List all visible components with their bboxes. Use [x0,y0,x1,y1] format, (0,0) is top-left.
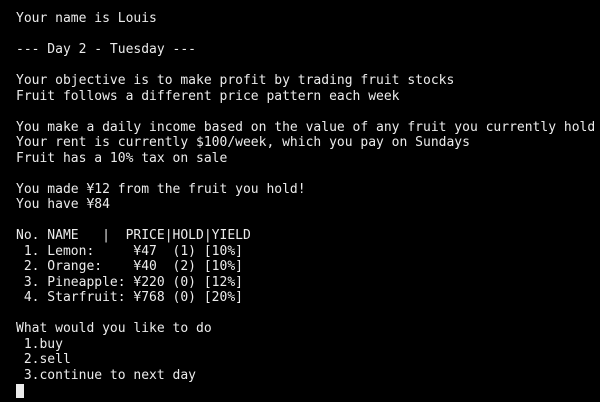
rent-rule-line: Your rent is currently $100/week, which … [16,135,470,150]
day-header: --- Day 2 - Tuesday --- [16,42,197,57]
input-line[interactable] [16,383,600,399]
terminal-window[interactable]: Your name is Louis --- Day 2 - Tuesday -… [0,0,600,402]
income-rule-line: You make a daily income based on the val… [16,119,596,135]
menu-option-continue: 3.continue to next day [16,367,197,383]
price-pattern-line: Fruit follows a different price pattern … [16,88,400,104]
menu-prompt: What would you like to do [16,321,212,336]
fruit-table: No. NAME | PRICE|HOLD|YIELD 1. Lemon: ¥4… [16,228,600,306]
menu-option-buy: 1.buy [16,336,63,352]
fruit-row-lemon: 1. Lemon: ¥47 (1) [10%] [16,243,243,259]
tax-rule-line: Fruit has a 10% tax on sale [16,150,228,166]
fruit-table-header: No. NAME | PRICE|HOLD|YIELD [16,228,251,243]
fruit-row-orange: 2. Orange: ¥40 (2) [10%] [16,259,243,274]
balance-line: You have ¥84 [16,197,110,212]
fruit-row-pineapple: 3. Pineapple: ¥220 (0) [12%] [16,274,243,290]
fruit-row-starfruit: 4. Starfruit: ¥768 (0) [20%] [16,290,243,305]
menu-options: 1.buy 2.sell 3.continue to next day [16,337,600,384]
player-name-line: Your name is Louis [16,11,157,26]
objective-line: Your objective is to make profit by trad… [16,73,455,88]
cursor-block[interactable] [16,383,24,398]
earnings-line: You made ¥12 from the fruit you hold! [16,181,306,197]
menu-option-sell: 2.sell [16,352,71,367]
